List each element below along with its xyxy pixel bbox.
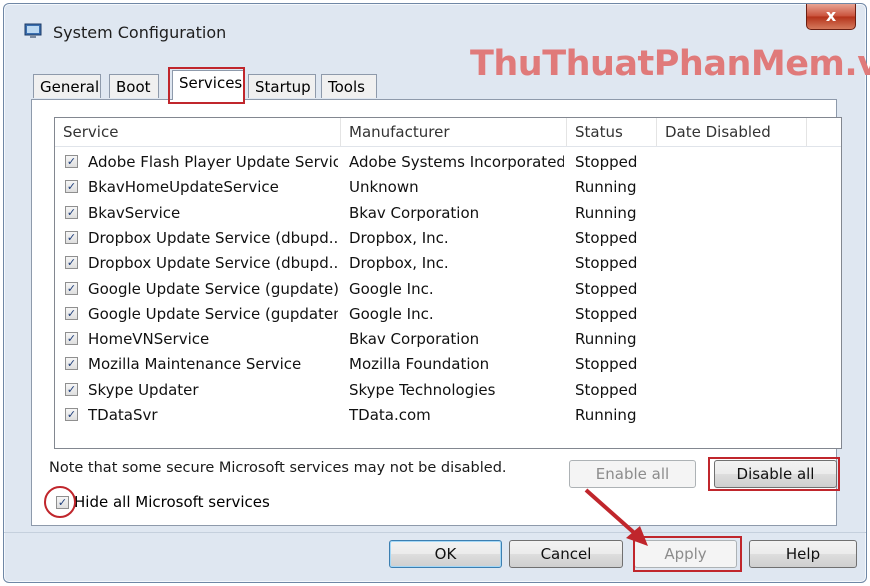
separator <box>4 532 866 533</box>
table-row[interactable]: ✓ Dropbox Update Service (dbupd... Dropbox… <box>55 251 841 276</box>
red-arrow-annotation <box>584 488 648 546</box>
cell-date-disabled <box>665 175 805 200</box>
table-row[interactable]: ✓ BkavHomeUpdateService Unknown Running <box>55 175 841 200</box>
watermark: ThuThuatPhanMem.vn <box>470 44 870 84</box>
close-icon: x <box>825 6 837 25</box>
system-configuration-window: System Configuration x ThuThuatPhanMem.v… <box>3 3 870 583</box>
cell-manufacturer: Google Inc. <box>349 279 434 298</box>
table-row[interactable]: ✓ Dropbox Update Service (dbupd... Dropbox… <box>55 226 841 251</box>
cell-manufacturer: Dropbox, Inc. <box>349 228 449 247</box>
close-button[interactable]: x <box>806 4 856 30</box>
cell-service: BkavHomeUpdateService <box>88 178 279 197</box>
service-checkbox[interactable]: ✓ <box>65 205 78 219</box>
table-row[interactable]: ✓ Google Update Service (gupdate) Google I… <box>55 277 841 302</box>
cell-date-disabled <box>665 352 805 377</box>
cell-manufacturer: Adobe Systems Incorporated <box>349 153 564 171</box>
cell-date-disabled <box>665 277 805 302</box>
service-checkbox[interactable]: ✓ <box>65 155 78 168</box>
tab-general[interactable]: General <box>33 74 101 98</box>
highlight-circle-hide-ms <box>44 486 76 518</box>
cell-service: Dropbox Update Service (dbupd... <box>88 254 338 273</box>
cell-manufacturer: TData.com <box>349 406 431 424</box>
service-checkbox[interactable]: ✓ <box>65 382 78 396</box>
service-checkbox[interactable]: ✓ <box>65 357 78 371</box>
window-title: System Configuration <box>53 23 227 42</box>
services-list[interactable]: Service Manufacturer Status Date Disable… <box>54 117 842 449</box>
table-row[interactable]: ✓ BkavService Bkav Corporation Running <box>55 201 841 226</box>
cell-status: Stopped <box>575 228 638 247</box>
highlight-box-services-tab <box>168 67 245 104</box>
hide-ms-services-label: Hide all Microsoft services <box>74 493 270 511</box>
cell-manufacturer: Bkav Corporation <box>349 330 480 349</box>
cell-date-disabled <box>665 150 805 175</box>
cell-service: HomeVNService <box>88 330 210 349</box>
column-header-manufacturer[interactable]: Manufacturer <box>341 118 567 146</box>
column-header-status[interactable]: Status <box>567 118 657 146</box>
table-row[interactable]: ✓ HomeVNService Bkav Corporation Running <box>55 327 841 352</box>
cell-date-disabled <box>665 302 805 327</box>
cell-manufacturer: Skype Technologies <box>349 380 496 399</box>
cell-service: Dropbox Update Service (dbupd... <box>88 228 338 247</box>
cell-service: Google Update Service (gupdatem) <box>88 304 338 323</box>
cell-manufacturer: Bkav Corporation <box>349 203 480 222</box>
cell-status: Stopped <box>575 153 638 171</box>
cell-status: Running <box>575 203 637 222</box>
cell-service: Google Update Service (gupdate) <box>88 279 338 298</box>
list-header: Service Manufacturer Status Date Disable… <box>55 118 841 147</box>
system-config-icon <box>24 23 42 38</box>
cell-status: Stopped <box>575 380 638 399</box>
cell-date-disabled <box>665 327 805 352</box>
column-header-date-disabled[interactable]: Date Disabled <box>657 118 807 146</box>
cell-manufacturer: Dropbox, Inc. <box>349 254 449 273</box>
cell-manufacturer: Unknown <box>349 178 419 197</box>
service-checkbox[interactable]: ✓ <box>65 230 78 244</box>
table-row[interactable]: ✓ TDataSvr TData.com Running <box>55 403 841 428</box>
service-checkbox[interactable]: ✓ <box>65 281 78 295</box>
cell-manufacturer: Google Inc. <box>349 304 434 323</box>
cell-manufacturer: Mozilla Foundation <box>349 355 490 374</box>
cell-status: Stopped <box>575 304 638 323</box>
cell-status: Running <box>575 178 637 197</box>
tab-boot[interactable]: Boot <box>109 74 159 98</box>
tab-startup[interactable]: Startup <box>248 74 316 98</box>
cell-service: TDataSvr <box>88 406 158 424</box>
cell-status: Running <box>575 406 637 424</box>
column-header-service[interactable]: Service <box>55 118 341 146</box>
cell-service: BkavService <box>88 203 181 222</box>
service-checkbox[interactable]: ✓ <box>65 408 78 421</box>
help-button[interactable]: Help <box>749 540 857 568</box>
service-checkbox[interactable]: ✓ <box>65 256 78 270</box>
cell-date-disabled <box>665 378 805 403</box>
cell-date-disabled <box>665 201 805 226</box>
cell-date-disabled <box>665 403 805 428</box>
table-row[interactable]: ✓ Mozilla Maintenance Service Mozilla Foun… <box>55 352 841 377</box>
service-checkbox[interactable]: ✓ <box>65 180 78 194</box>
cell-service: Skype Updater <box>88 380 199 399</box>
cell-date-disabled <box>665 226 805 251</box>
note-text: Note that some secure Microsoft services… <box>49 460 507 476</box>
cell-service: Mozilla Maintenance Service <box>88 355 302 374</box>
cell-date-disabled <box>665 251 805 276</box>
tab-tools[interactable]: Tools <box>321 74 377 98</box>
cell-status: Stopped <box>575 279 638 298</box>
enable-all-button[interactable]: Enable all <box>569 460 696 488</box>
cell-status: Running <box>575 330 637 349</box>
highlight-box-disable-all <box>708 457 840 491</box>
ok-button[interactable]: OK <box>389 540 502 568</box>
cell-status: Stopped <box>575 355 638 374</box>
table-row[interactable]: ✓ Google Update Service (gupdatem) Google … <box>55 302 841 327</box>
service-checkbox[interactable]: ✓ <box>65 306 78 320</box>
service-checkbox[interactable]: ✓ <box>65 332 78 346</box>
table-row[interactable]: ✓ Adobe Flash Player Update Service Adobe … <box>55 150 841 175</box>
cell-service: Adobe Flash Player Update Service <box>88 153 338 171</box>
table-row[interactable]: ✓ Skype Updater Skype Technologies Stopped <box>55 378 841 403</box>
cell-status: Stopped <box>575 254 638 273</box>
